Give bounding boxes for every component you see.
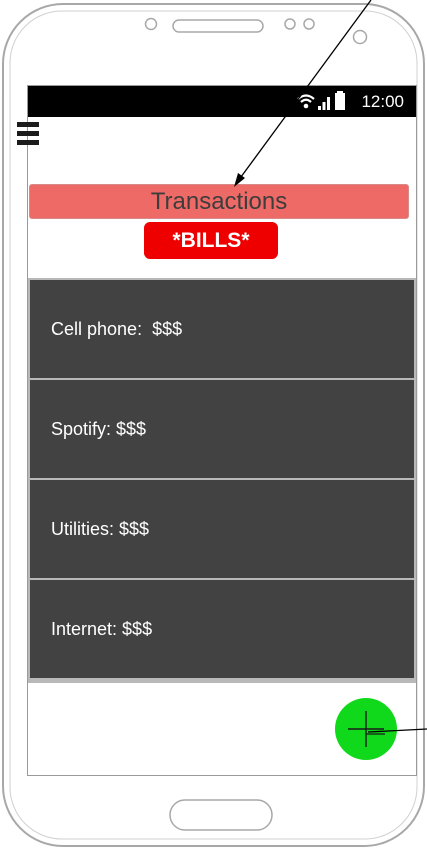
list-item-label: Spotify: $$$ (51, 418, 147, 439)
bills-list: Cell phone: $$$ Spotify: $$$ Utilities: … (28, 278, 416, 683)
list-item-internet[interactable]: Internet: $$$ (30, 580, 414, 678)
plus-icon (348, 711, 385, 747)
signal-icon (318, 97, 330, 110)
status-time: 12:00 (361, 92, 404, 111)
bills-badge[interactable]: *BILLS* (144, 222, 278, 259)
add-bill-button[interactable] (335, 698, 397, 760)
page-title: Transactions (29, 184, 409, 219)
list-item-spotify[interactable]: Spotify: $$$ (30, 380, 414, 478)
hamburger-menu-icon[interactable] (17, 122, 39, 146)
phone-mockup: 12:00 Transactions *BILLS* Cell phone: $… (0, 0, 427, 850)
list-item-label: Cell phone: $$$ (51, 318, 183, 339)
list-item-label: Internet: $$$ (51, 618, 153, 639)
battery-icon (335, 91, 345, 110)
list-item-cell-phone[interactable]: Cell phone: $$$ (30, 280, 414, 378)
status-icons (297, 91, 345, 110)
list-item-utilities[interactable]: Utilities: $$$ (30, 480, 414, 578)
status-bar: 12:00 (28, 86, 416, 117)
wifi-icon (297, 94, 315, 109)
list-item-label: Utilities: $$$ (51, 518, 150, 539)
